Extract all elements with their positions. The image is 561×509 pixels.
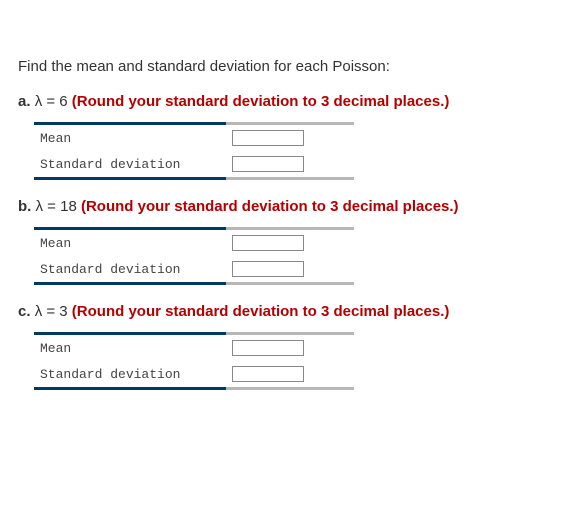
sd-label: Standard deviation [34, 361, 226, 387]
part-b-mean-input[interactable] [232, 235, 304, 251]
part-b-equation: λ = 18 [36, 198, 77, 215]
table-row: Standard deviation [34, 256, 354, 282]
part-c-instruction: (Round your standard deviation to 3 deci… [72, 303, 450, 320]
question-prompt: Find the mean and standard deviation for… [18, 58, 543, 75]
table-top-bar [34, 122, 354, 125]
sd-label: Standard deviation [34, 256, 226, 282]
part-a-equation: λ = 6 [35, 93, 68, 110]
table-bottom-bar [34, 387, 354, 390]
table-row: Mean [34, 335, 354, 361]
part-a-label: a. [18, 93, 31, 110]
mean-label: Mean [34, 125, 226, 151]
part-b-table: Mean Standard deviation [34, 227, 354, 285]
part-c-table: Mean Standard deviation [34, 332, 354, 390]
part-a-table: Mean Standard deviation [34, 122, 354, 180]
part-c-label: c. [18, 303, 31, 320]
table-row: Standard deviation [34, 151, 354, 177]
part-c-equation: λ = 3 [35, 303, 68, 320]
part-b-sd-input[interactable] [232, 261, 304, 277]
part-a-heading: a. λ = 6 (Round your standard deviation … [18, 93, 543, 110]
part-b-instruction: (Round your standard deviation to 3 deci… [81, 198, 459, 215]
mean-label: Mean [34, 335, 226, 361]
mean-label: Mean [34, 230, 226, 256]
part-c-mean-input[interactable] [232, 340, 304, 356]
sd-label: Standard deviation [34, 151, 226, 177]
part-a-mean-input[interactable] [232, 130, 304, 146]
part-b-label: b. [18, 198, 31, 215]
table-row: Mean [34, 125, 354, 151]
part-a-sd-input[interactable] [232, 156, 304, 172]
table-row: Mean [34, 230, 354, 256]
table-top-bar [34, 332, 354, 335]
part-b-heading: b. λ = 18 (Round your standard deviation… [18, 198, 543, 215]
table-top-bar [34, 227, 354, 230]
part-c-heading: c. λ = 3 (Round your standard deviation … [18, 303, 543, 320]
table-row: Standard deviation [34, 361, 354, 387]
table-bottom-bar [34, 177, 354, 180]
table-bottom-bar [34, 282, 354, 285]
part-a-instruction: (Round your standard deviation to 3 deci… [72, 93, 450, 110]
part-c-sd-input[interactable] [232, 366, 304, 382]
